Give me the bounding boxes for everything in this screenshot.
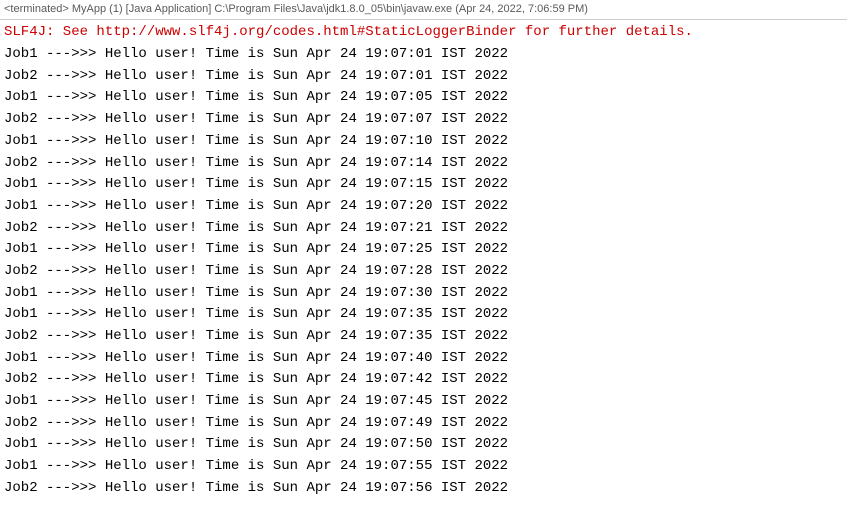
log-line: Job1 --->>> Hello user! Time is Sun Apr … xyxy=(4,174,843,196)
log-line: Job2 --->>> Hello user! Time is Sun Apr … xyxy=(4,153,843,175)
log-line: Job1 --->>> Hello user! Time is Sun Apr … xyxy=(4,391,843,413)
log-line: Job1 --->>> Hello user! Time is Sun Apr … xyxy=(4,239,843,261)
console-output[interactable]: SLF4J: See http://www.slf4j.org/codes.ht… xyxy=(0,20,847,501)
log-line: Job1 --->>> Hello user! Time is Sun Apr … xyxy=(4,304,843,326)
log-line: Job1 --->>> Hello user! Time is Sun Apr … xyxy=(4,87,843,109)
log-line: Job1 --->>> Hello user! Time is Sun Apr … xyxy=(4,283,843,305)
log-line: Job2 --->>> Hello user! Time is Sun Apr … xyxy=(4,369,843,391)
log-line: Job1 --->>> Hello user! Time is Sun Apr … xyxy=(4,44,843,66)
log-line: Job2 --->>> Hello user! Time is Sun Apr … xyxy=(4,218,843,240)
log-line: Job1 --->>> Hello user! Time is Sun Apr … xyxy=(4,131,843,153)
log-line: Job1 --->>> Hello user! Time is Sun Apr … xyxy=(4,434,843,456)
console-header: <terminated> MyApp (1) [Java Application… xyxy=(0,0,847,20)
log-line: Job2 --->>> Hello user! Time is Sun Apr … xyxy=(4,109,843,131)
log-line: Job2 --->>> Hello user! Time is Sun Apr … xyxy=(4,478,843,500)
log-line: Job2 --->>> Hello user! Time is Sun Apr … xyxy=(4,413,843,435)
log-line: Job1 --->>> Hello user! Time is Sun Apr … xyxy=(4,456,843,478)
log-line: Job2 --->>> Hello user! Time is Sun Apr … xyxy=(4,261,843,283)
slf4j-warning-line: SLF4J: See http://www.slf4j.org/codes.ht… xyxy=(4,22,843,44)
log-line: Job2 --->>> Hello user! Time is Sun Apr … xyxy=(4,66,843,88)
log-line: Job2 --->>> Hello user! Time is Sun Apr … xyxy=(4,326,843,348)
log-line: Job1 --->>> Hello user! Time is Sun Apr … xyxy=(4,348,843,370)
console-header-text: <terminated> MyApp (1) [Java Application… xyxy=(4,3,588,15)
log-line: Job1 --->>> Hello user! Time is Sun Apr … xyxy=(4,196,843,218)
